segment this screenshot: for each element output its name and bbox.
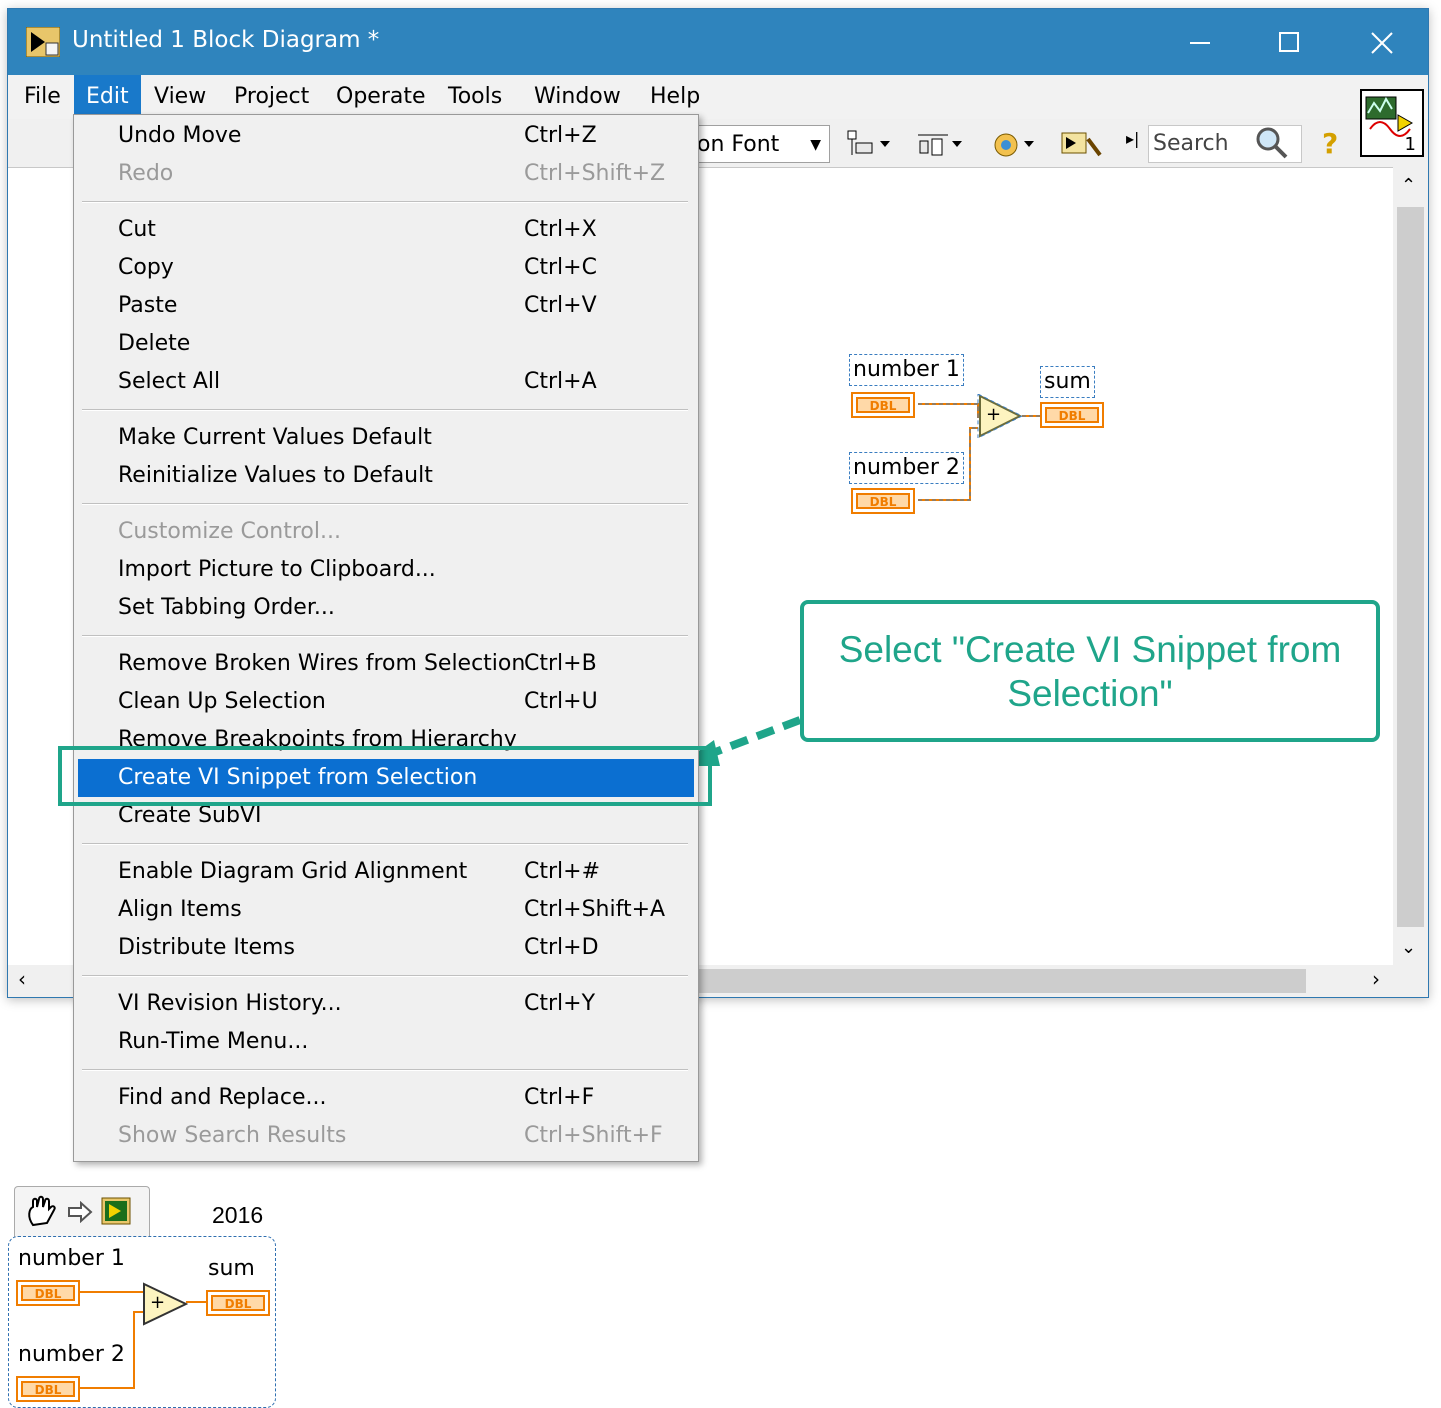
dbl-type: DBL xyxy=(21,1381,75,1397)
menu-separator xyxy=(82,409,688,411)
title-bar[interactable]: Untitled 1 Block Diagram * xyxy=(8,9,1428,75)
callout-line-2: Selection" xyxy=(1007,673,1173,714)
menu-item-show-search-results: Show Search Results Ctrl+Shift+F xyxy=(118,1123,663,1148)
close-button[interactable] xyxy=(1336,9,1428,75)
snippet-sum-label: sum xyxy=(208,1256,255,1281)
close-icon xyxy=(1371,32,1393,54)
minimize-button[interactable] xyxy=(1154,9,1246,75)
scroll-left-icon[interactable]: ‹ xyxy=(18,967,26,991)
snippet-sum-indicator: DBL xyxy=(206,1290,270,1316)
menu-item-clean-up-selection[interactable]: Clean Up Selection Ctrl+U xyxy=(74,683,698,721)
menu-item-remove-broken-wires[interactable]: Remove Broken Wires from Selection Ctrl+B xyxy=(74,645,698,683)
menu-item-copy[interactable]: Copy Ctrl+C xyxy=(74,249,698,287)
menu-item-undo-move[interactable]: Undo Move Ctrl+Z xyxy=(74,117,698,155)
highlight-frame xyxy=(58,746,712,806)
align-objects-icon[interactable] xyxy=(846,129,894,161)
chevron-down-icon: ▼ xyxy=(810,137,821,153)
menu-edit[interactable]: Edit xyxy=(74,75,141,119)
distribute-objects-icon[interactable] xyxy=(916,129,964,161)
horizontal-scroll-thumb[interactable] xyxy=(696,969,1306,993)
menu-item-import-picture[interactable]: Import Picture to Clipboard... xyxy=(74,551,698,589)
menu-item-revision-history[interactable]: VI Revision History... Ctrl+Y xyxy=(74,985,698,1023)
scroll-up-icon[interactable]: ⌃ xyxy=(1401,175,1416,196)
minimize-icon xyxy=(1190,42,1210,44)
snippet-number2-terminal: DBL xyxy=(16,1376,80,1402)
menu-view[interactable]: View xyxy=(142,75,218,119)
number1-terminal[interactable]: DBL xyxy=(851,392,915,418)
vertical-scroll-thumb[interactable] xyxy=(1397,207,1424,927)
menu-bar: File Edit View Project Operate Tools Win… xyxy=(8,75,1428,119)
add-operator: + xyxy=(986,404,1002,425)
snippet-number2-label: number 2 xyxy=(18,1342,125,1367)
labview-vi-icon xyxy=(101,1197,131,1225)
snippet-add-operator: + xyxy=(150,1292,166,1313)
menu-separator xyxy=(82,635,688,637)
menu-separator xyxy=(82,201,688,203)
menu-item-grid-alignment[interactable]: Enable Diagram Grid Alignment Ctrl+# xyxy=(74,853,698,891)
number2-label[interactable]: number 2 xyxy=(849,452,964,484)
menu-item-select-all[interactable]: Select All Ctrl+A xyxy=(74,363,698,401)
callout-line-1: Select "Create VI Snippet from xyxy=(838,629,1342,670)
menu-item-distribute-items[interactable]: Distribute Items Ctrl+D xyxy=(74,929,698,967)
text-settings-dropdown[interactable]: on Font ▼ xyxy=(688,125,830,163)
menu-item-delete[interactable]: Delete xyxy=(74,325,698,363)
menu-separator xyxy=(82,1069,688,1071)
vi-icon-number: 1 xyxy=(1404,134,1416,155)
menu-window[interactable]: Window xyxy=(522,75,633,119)
menu-help[interactable]: Help xyxy=(638,75,712,119)
scroll-right-icon[interactable]: › xyxy=(1372,967,1380,991)
reorder-icon[interactable] xyxy=(990,129,1038,161)
menu-separator xyxy=(82,503,688,505)
dbl-type: DBL xyxy=(856,493,910,509)
dbl-type: DBL xyxy=(856,397,910,413)
cleanup-diagram-icon[interactable] xyxy=(1060,129,1108,161)
snippet-header[interactable] xyxy=(14,1186,150,1237)
menu-operate[interactable]: Operate xyxy=(324,75,438,119)
hand-icon xyxy=(28,1195,56,1227)
menu-tools[interactable]: Tools xyxy=(436,75,514,119)
scroll-down-icon[interactable]: ⌄ xyxy=(1401,937,1416,958)
menu-file[interactable]: File xyxy=(12,75,73,119)
menu-item-run-time-menu[interactable]: Run-Time Menu... xyxy=(74,1023,698,1061)
menu-item-find-replace[interactable]: Find and Replace... Ctrl+F xyxy=(74,1079,698,1117)
search-arrow-icon: ▸| xyxy=(1126,129,1140,148)
dbl-type: DBL xyxy=(211,1295,265,1311)
menu-item-customize-control: Customize Control... xyxy=(118,519,341,544)
menu-separator xyxy=(82,975,688,977)
search-icon[interactable] xyxy=(1254,125,1290,161)
vertical-scrollbar[interactable]: ⌃ ⌄ xyxy=(1393,167,1428,965)
dbl-type: DBL xyxy=(21,1285,75,1301)
menu-item-cut[interactable]: Cut Ctrl+X xyxy=(74,211,698,249)
snippet-version: 2016 xyxy=(212,1202,264,1228)
labview-app-icon xyxy=(26,27,60,57)
menu-item-align-items[interactable]: Align Items Ctrl+Shift+A xyxy=(74,891,698,929)
snippet-number1-label: number 1 xyxy=(18,1246,125,1271)
window-title: Untitled 1 Block Diagram * xyxy=(72,27,380,53)
vi-icon[interactable]: 1 xyxy=(1360,89,1424,157)
menu-separator xyxy=(82,843,688,845)
menu-item-redo: Redo Ctrl+Shift+Z xyxy=(118,161,666,186)
font-label: on Font xyxy=(697,132,780,157)
sum-indicator[interactable]: DBL xyxy=(1040,402,1104,428)
maximize-icon xyxy=(1279,32,1299,52)
arrow-right-icon xyxy=(68,1201,93,1223)
edit-menu-dropdown: Undo Move Ctrl+Z Redo Ctrl+Shift+Z Cut Ctrl… xyxy=(73,114,699,1162)
menu-item-reinitialize[interactable]: Reinitialize Values to Default xyxy=(74,457,698,495)
snippet-number1-terminal: DBL xyxy=(16,1280,80,1306)
sum-label[interactable]: sum xyxy=(1040,366,1095,398)
number1-label[interactable]: number 1 xyxy=(849,354,964,386)
menu-item-make-default[interactable]: Make Current Values Default xyxy=(74,419,698,457)
dbl-type: DBL xyxy=(1045,407,1099,423)
menu-item-paste[interactable]: Paste Ctrl+V xyxy=(74,287,698,325)
number2-terminal[interactable]: DBL xyxy=(851,488,915,514)
menu-item-tabbing-order[interactable]: Set Tabbing Order... xyxy=(74,589,698,627)
maximize-button[interactable] xyxy=(1244,9,1336,75)
menu-project[interactable]: Project xyxy=(222,75,321,119)
help-icon[interactable]: ? xyxy=(1322,127,1338,160)
instruction-callout: Select "Create VI Snippet from Selection… xyxy=(800,600,1380,742)
